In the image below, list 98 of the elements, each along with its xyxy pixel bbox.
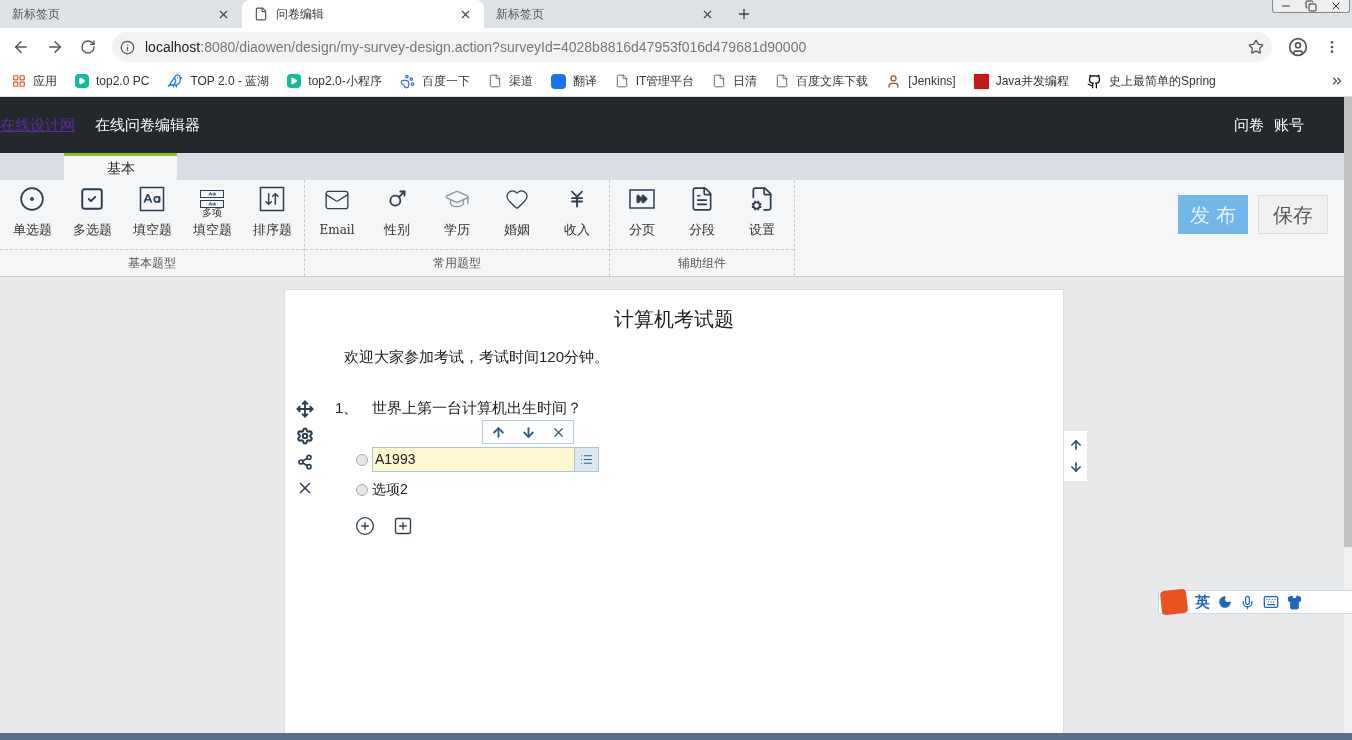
group-label: 基本题型 [0, 249, 304, 276]
bookmark-link[interactable]: Java并发编程 [973, 72, 1070, 90]
play-icon [75, 74, 89, 88]
settings-icon[interactable] [296, 426, 314, 445]
save-button[interactable]: 保存 [1258, 195, 1328, 234]
group-label: 辅助组件 [610, 249, 794, 276]
badge-text: 多项 [201, 207, 223, 218]
keyboard-icon[interactable] [1263, 594, 1279, 610]
question-type-button[interactable]: 设置 [732, 180, 792, 250]
bookmark-link[interactable]: 日清 [712, 72, 758, 90]
c-logo-icon [973, 73, 989, 89]
browser-tab[interactable]: 新标签页 [0, 0, 242, 28]
info-icon [120, 39, 135, 55]
move-down-icon[interactable] [520, 424, 536, 440]
page-icon [775, 74, 790, 88]
list-icon [580, 453, 593, 466]
move-up-icon[interactable] [1068, 438, 1083, 452]
batch-add-icon[interactable] [393, 516, 413, 536]
forward-icon[interactable] [46, 38, 64, 56]
question-number: 1、 [335, 397, 359, 418]
more-bookmarks-icon[interactable] [1330, 74, 1344, 88]
question-type-button[interactable]: Email [307, 180, 367, 250]
bookmark-link[interactable]: 史上最简单的Spring [1087, 72, 1216, 90]
bookmark-link[interactable]: TOP 2.0 - 蓝湖 [167, 72, 270, 90]
paw-icon [399, 73, 415, 89]
branch-icon[interactable] [297, 453, 313, 470]
option-input-field[interactable]: A1993 [372, 447, 599, 472]
page-break-icon [629, 188, 655, 209]
browser-tab[interactable]: 新标签页 [484, 0, 726, 28]
ime-logo-icon [1159, 588, 1189, 616]
bookmark-link[interactable]: [Jenkins] [886, 72, 956, 90]
new-tab-icon[interactable] [736, 6, 752, 22]
tab-title: 新标签页 [12, 6, 61, 23]
microphone-icon[interactable] [1240, 594, 1255, 610]
page-icon [254, 7, 268, 21]
play-icon [287, 74, 302, 88]
bookmark-link[interactable]: top2.0 PC [75, 72, 150, 90]
bookmark-link[interactable]: 渠道 [487, 72, 533, 90]
app-title: 在线问卷编辑器 [95, 114, 201, 135]
list-button[interactable] [574, 448, 598, 471]
move-up-icon[interactable] [490, 424, 506, 440]
bookmark-link[interactable]: 翻译 [550, 72, 597, 90]
github-icon [1087, 73, 1103, 89]
question-text: 世界上第一台计算机出生时间？ [372, 397, 583, 418]
address-field[interactable]: localhost:8080/diaowen/design/my-survey-design.action?surveyId=4028b8816d47953f016d479681d90000 [112, 32, 1272, 62]
bookmark-link[interactable]: top2.0-小程序 [287, 72, 382, 90]
group-label: 常用题型 [305, 249, 609, 276]
radio-button[interactable] [356, 483, 368, 496]
question-type-button[interactable]: 分页 [612, 180, 672, 250]
bookmark-link[interactable]: 百度一下 [399, 72, 470, 90]
move-down-icon[interactable] [1068, 460, 1083, 474]
text-fields-icon [199, 189, 225, 208]
reload-icon[interactable] [80, 39, 96, 55]
page-icon [614, 74, 629, 88]
url-text: localhost:8080/diaowen/design/my-survey-design.action?surveyId=4028b8816d47953f016d479681d90000 [145, 37, 808, 57]
survey-title: 计算机考试题 [614, 307, 734, 332]
bookmark-star-icon[interactable] [1248, 39, 1264, 55]
tab-title: 问卷编辑 [276, 6, 325, 23]
file-settings-icon [749, 185, 775, 212]
nav-link[interactable]: 问卷 [1234, 113, 1264, 137]
bookmark-link[interactable]: 百度文库下载 [775, 72, 869, 90]
radio-icon [19, 185, 45, 212]
back-icon[interactable] [12, 38, 30, 56]
question-type-button[interactable]: 多选题 [62, 180, 122, 250]
text-field-icon [139, 185, 165, 212]
nav-link[interactable]: 账号 [1274, 113, 1304, 137]
bookmark-link[interactable]: IT管理平台 [614, 72, 695, 90]
question-type-button[interactable]: 分段 [672, 180, 732, 250]
profile-icon[interactable] [1288, 37, 1308, 57]
question-type-button[interactable]: 填空题 [122, 180, 182, 250]
bookmark-link[interactable]: 应用 [12, 72, 57, 90]
sort-icon [259, 185, 285, 212]
tab-title: 新标签页 [496, 6, 545, 23]
apps-grid-icon [12, 74, 26, 88]
shirt-icon[interactable] [1287, 594, 1302, 610]
question-type-button[interactable]: 多项 填空题 [182, 180, 242, 250]
page-icon [487, 74, 502, 88]
ribbon-tab[interactable]: 基本 [64, 153, 177, 180]
browser-tab[interactable]: 问卷编辑 [242, 0, 484, 28]
checkbox-icon [79, 185, 105, 212]
ime-mode[interactable]: 英 [1195, 590, 1210, 614]
bird-icon [167, 73, 184, 89]
question-type-button[interactable]: 收入 [547, 180, 607, 250]
person-icon [886, 73, 902, 89]
move-icon[interactable] [296, 399, 314, 418]
page-icon [712, 74, 727, 88]
radio-button[interactable] [356, 453, 368, 466]
moon-icon[interactable] [1218, 595, 1232, 609]
question-type-button[interactable]: 学历 [427, 180, 487, 250]
survey-intro: 欢迎大家参加考试，考试时间120分钟。 [344, 347, 610, 367]
question-type-button[interactable]: 性别 [367, 180, 427, 250]
question-type-button[interactable]: 婚姻 [487, 180, 547, 250]
translate-icon [550, 73, 566, 89]
male-symbol-icon [387, 188, 407, 209]
question-type-button[interactable]: 排序题 [242, 180, 302, 250]
option-label: 选项2 [372, 480, 408, 499]
question-type-button[interactable]: 单选题 [2, 180, 62, 250]
add-option-icon[interactable] [355, 516, 375, 536]
